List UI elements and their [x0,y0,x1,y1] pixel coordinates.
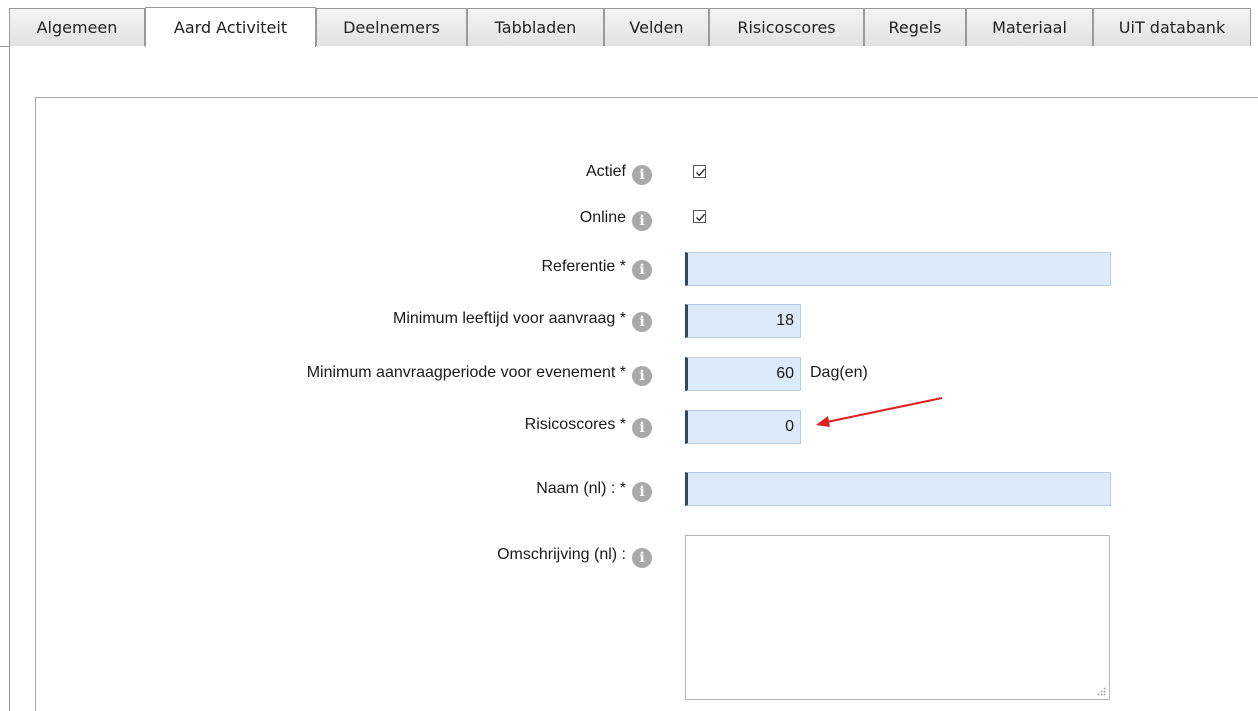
tab-velden[interactable]: Velden [604,8,709,46]
info-icon[interactable]: i [632,165,652,185]
min-periode-label: Minimum aanvraagperiode voor evenement * [306,364,626,381]
online-checkbox[interactable] [693,210,706,223]
annotation-arrow-icon [816,397,943,427]
min-leeftijd-input[interactable]: 18 [685,304,801,338]
omschrijving-textarea[interactable] [685,535,1110,700]
resize-grip-icon[interactable] [1097,687,1106,696]
info-icon[interactable]: i [632,312,652,332]
info-icon[interactable]: i [632,482,652,502]
naam-label: Naam (nl) : * [536,480,626,497]
tab-aard-activiteit[interactable]: Aard Activiteit [145,7,316,47]
referentie-label: Referentie * [541,258,627,275]
checkmark-icon [696,213,706,222]
tab-regels[interactable]: Regels [864,8,966,46]
tab-materiaal[interactable]: Materiaal [966,8,1093,46]
min-leeftijd-label: Minimum leeftijd voor aanvraag * [393,310,626,327]
min-periode-input[interactable]: 60 [685,357,801,391]
tab-tabbladen[interactable]: Tabbladen [467,8,604,46]
tab-risicoscores[interactable]: Risicoscores [709,8,864,46]
referentie-input[interactable] [685,252,1111,286]
info-icon[interactable]: i [632,548,652,568]
risicoscores-input[interactable]: 0 [685,410,801,444]
risicoscores-label: Risicoscores * [524,416,626,433]
online-label: Online [579,209,626,226]
min-periode-unit: Dag(en) [810,364,868,381]
info-icon[interactable]: i [632,418,652,438]
actief-checkbox[interactable] [693,165,706,178]
omschrijving-label: Omschrijving (nl) : [497,546,626,563]
actief-label: Actief [585,163,626,180]
info-icon[interactable]: i [632,260,652,280]
tab-algemeen[interactable]: Algemeen [9,8,145,46]
tab-uit-databank[interactable]: UiT databank [1093,8,1251,46]
info-icon[interactable]: i [632,366,652,386]
tab-bar: Algemeen Aard Activiteit Deelnemers Tabb… [0,0,1258,47]
info-icon[interactable]: i [632,211,652,231]
naam-input[interactable] [685,472,1111,506]
checkmark-icon [696,168,706,177]
tab-deelnemers[interactable]: Deelnemers [316,8,467,46]
